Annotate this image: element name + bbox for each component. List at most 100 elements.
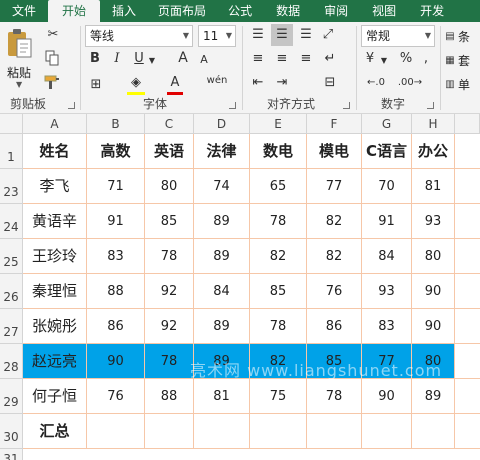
merge-center-icon[interactable]: ⊟ bbox=[321, 74, 339, 92]
empty-cell[interactable] bbox=[455, 134, 480, 169]
row-header[interactable]: 30 bbox=[0, 414, 23, 449]
score-cell[interactable]: 89 bbox=[194, 239, 250, 274]
align-top-icon[interactable]: ☰ bbox=[249, 26, 267, 44]
dialog-launcher-icon[interactable] bbox=[229, 102, 236, 109]
score-cell[interactable]: 81 bbox=[194, 379, 250, 414]
score-cell[interactable] bbox=[250, 414, 307, 449]
score-cell[interactable]: 76 bbox=[307, 274, 362, 309]
header-cell[interactable]: 数电 bbox=[250, 134, 307, 169]
shrink-font-button[interactable]: A bbox=[197, 51, 211, 69]
dialog-launcher-icon[interactable] bbox=[343, 102, 350, 109]
increase-indent-icon[interactable]: ⇥ bbox=[273, 74, 291, 92]
copy-icon[interactable] bbox=[44, 50, 60, 66]
score-cell[interactable]: 82 bbox=[307, 239, 362, 274]
decrease-decimal-icon[interactable]: .00→ bbox=[395, 74, 425, 92]
column-header[interactable]: G bbox=[362, 114, 412, 134]
score-cell[interactable]: 75 bbox=[250, 379, 307, 414]
score-cell[interactable]: 78 bbox=[145, 239, 194, 274]
score-cell[interactable]: 85 bbox=[307, 344, 362, 379]
orientation-icon[interactable]: ⤢ bbox=[319, 26, 337, 44]
score-cell[interactable]: 78 bbox=[250, 204, 307, 239]
column-header[interactable]: D bbox=[194, 114, 250, 134]
chevron-down-icon[interactable]: ▼ bbox=[147, 52, 157, 70]
empty-cell[interactable] bbox=[455, 309, 480, 344]
name-cell[interactable]: 赵远亮 bbox=[23, 344, 87, 379]
column-header[interactable]: F bbox=[307, 114, 362, 134]
score-cell[interactable]: 86 bbox=[307, 309, 362, 344]
score-cell[interactable] bbox=[145, 414, 194, 449]
score-cell[interactable]: 80 bbox=[412, 344, 455, 379]
cell-style-icon[interactable]: ▥ bbox=[444, 76, 456, 94]
tab-8[interactable]: 视图 bbox=[360, 0, 408, 22]
name-cell[interactable]: 汇总 bbox=[23, 414, 87, 449]
tab-1[interactable]: 文件 bbox=[0, 0, 48, 22]
score-cell[interactable]: 86 bbox=[87, 309, 145, 344]
empty-cell[interactable] bbox=[455, 274, 480, 309]
align-right-icon[interactable]: ≡ bbox=[297, 50, 315, 68]
score-cell[interactable]: 80 bbox=[412, 239, 455, 274]
align-center-icon[interactable]: ≡ bbox=[273, 50, 291, 68]
wrap-text-icon[interactable]: ↵ bbox=[321, 50, 339, 68]
score-cell[interactable]: 77 bbox=[307, 169, 362, 204]
row-header[interactable]: 31 bbox=[0, 449, 23, 460]
grow-font-button[interactable]: A bbox=[175, 49, 191, 67]
header-cell[interactable]: 法律 bbox=[194, 134, 250, 169]
score-cell[interactable]: 90 bbox=[87, 344, 145, 379]
currency-button[interactable]: ¥ bbox=[361, 50, 379, 68]
empty-cell[interactable] bbox=[455, 344, 480, 379]
font-name-select[interactable]: 等线 ▼ bbox=[85, 25, 193, 47]
tab-4[interactable]: 页面布局 bbox=[148, 0, 216, 22]
table-format-icon[interactable]: ▦ bbox=[444, 52, 456, 70]
column-header[interactable]: H bbox=[412, 114, 455, 134]
cut-icon[interactable]: ✂ bbox=[44, 26, 62, 44]
align-bottom-icon[interactable]: ☰ bbox=[297, 26, 315, 44]
score-cell[interactable]: 83 bbox=[362, 309, 412, 344]
score-cell[interactable]: 89 bbox=[194, 309, 250, 344]
score-cell[interactable]: 92 bbox=[145, 274, 194, 309]
table-format-label[interactable]: 套 bbox=[458, 52, 470, 69]
score-cell[interactable]: 91 bbox=[87, 204, 145, 239]
row-header[interactable]: 23 bbox=[0, 169, 23, 204]
score-cell[interactable]: 88 bbox=[87, 274, 145, 309]
conditional-format-icon[interactable]: ▤ bbox=[444, 28, 456, 46]
score-cell[interactable]: 85 bbox=[250, 274, 307, 309]
score-cell[interactable]: 92 bbox=[145, 309, 194, 344]
bold-button[interactable]: B bbox=[87, 50, 103, 68]
decrease-indent-icon[interactable]: ⇤ bbox=[249, 74, 267, 92]
score-cell[interactable]: 65 bbox=[250, 169, 307, 204]
column-header[interactable]: E bbox=[250, 114, 307, 134]
percent-button[interactable]: % bbox=[397, 50, 415, 68]
header-cell[interactable]: 英语 bbox=[145, 134, 194, 169]
conditional-format-label[interactable]: 条 bbox=[458, 28, 470, 45]
score-cell[interactable]: 89 bbox=[194, 344, 250, 379]
score-cell[interactable]: 83 bbox=[87, 239, 145, 274]
score-cell[interactable] bbox=[194, 414, 250, 449]
score-cell[interactable] bbox=[87, 414, 145, 449]
score-cell[interactable]: 90 bbox=[412, 309, 455, 344]
align-middle-icon[interactable]: ☰ bbox=[271, 24, 293, 46]
score-cell[interactable] bbox=[412, 414, 455, 449]
score-cell[interactable]: 70 bbox=[362, 169, 412, 204]
tab-2[interactable]: 开始 bbox=[48, 0, 101, 22]
name-cell[interactable]: 李飞 bbox=[23, 169, 87, 204]
fill-color-icon[interactable]: ◈ bbox=[127, 74, 145, 95]
score-cell[interactable]: 82 bbox=[250, 239, 307, 274]
score-cell[interactable]: 82 bbox=[307, 204, 362, 239]
header-cell[interactable]: 模电 bbox=[307, 134, 362, 169]
score-cell[interactable]: 90 bbox=[362, 379, 412, 414]
select-all-corner[interactable] bbox=[0, 114, 23, 134]
format-painter-icon[interactable] bbox=[44, 74, 62, 90]
increase-decimal-icon[interactable]: ←.0 bbox=[361, 74, 391, 92]
paste-button[interactable]: 粘贴 ▼ bbox=[4, 26, 34, 89]
name-cell[interactable]: 秦理恒 bbox=[23, 274, 87, 309]
align-left-icon[interactable]: ≡ bbox=[249, 50, 267, 68]
score-cell[interactable]: 90 bbox=[412, 274, 455, 309]
row-header[interactable]: 25 bbox=[0, 239, 23, 274]
font-size-select[interactable]: 11 ▼ bbox=[198, 25, 236, 47]
score-cell[interactable]: 74 bbox=[194, 169, 250, 204]
comma-style-icon[interactable]: , bbox=[419, 50, 433, 68]
empty-cell[interactable] bbox=[455, 169, 480, 204]
column-header[interactable]: C bbox=[145, 114, 194, 134]
dialog-launcher-icon[interactable] bbox=[427, 102, 434, 109]
chevron-down-icon[interactable]: ▼ bbox=[379, 52, 389, 70]
